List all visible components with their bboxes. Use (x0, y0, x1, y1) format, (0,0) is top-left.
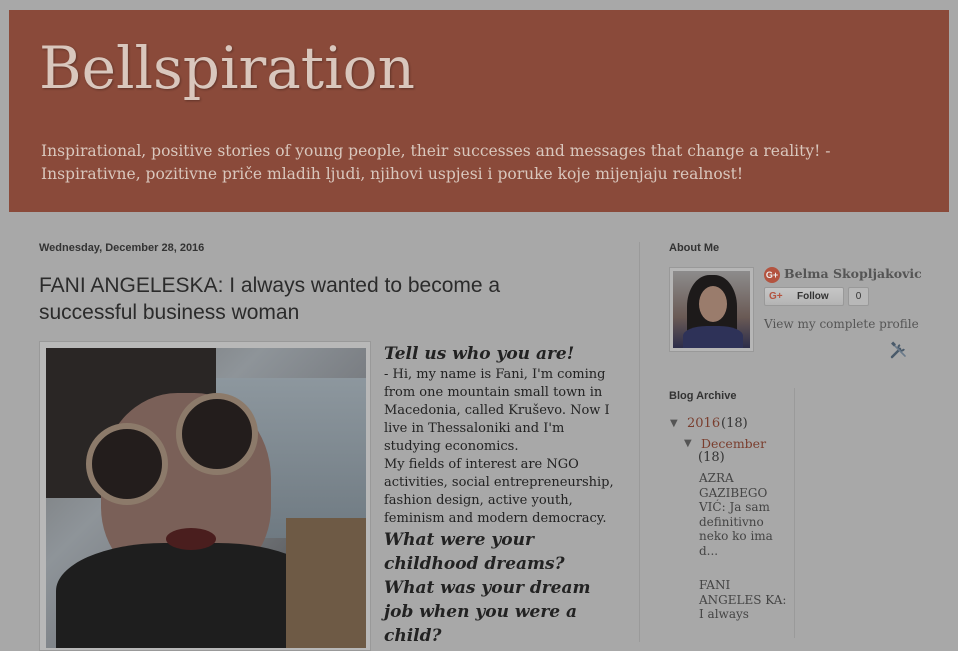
archive-month-link[interactable]: December (701, 436, 766, 451)
google-plus-icon: G+ (769, 291, 783, 302)
post-answer-1b: My fields of interest are NGO activities… (384, 457, 614, 526)
blog-header: Bellspiration Inspirational, positive st… (9, 10, 949, 212)
about-me-heading: About Me (669, 242, 720, 254)
follow-button[interactable]: G+ Follow (764, 287, 844, 306)
column-divider (639, 242, 640, 642)
toggle-expanded-icon[interactable]: ▼ (670, 418, 678, 429)
archive-year-count: (18) (721, 416, 748, 431)
profile-name[interactable]: Belma Skopljakovic (784, 266, 922, 281)
blog-description: Inspirational, positive stories of young… (41, 142, 831, 183)
post-photo-frame (39, 341, 371, 651)
archive-post-link[interactable]: FANI ANGELES KA: I always (699, 578, 789, 622)
archive-post-link[interactable]: AZRA GAZIBEGO VIĆ: Ja sam definitivno ne… (699, 471, 789, 558)
post-answer-1: - Hi, my name is Fani, I'm coming from o… (384, 367, 610, 454)
post-question-1: Tell us who you are! (384, 344, 575, 364)
archive-year-link[interactable]: 2016 (687, 416, 720, 431)
blog-archive-heading: Blog Archive (669, 390, 737, 402)
avatar[interactable] (673, 271, 750, 348)
post-date: Wednesday, December 28, 2016 (39, 242, 205, 254)
archive-month-count: (18) (698, 450, 725, 465)
follow-label: Follow (797, 291, 829, 302)
google-plus-icon: G+ (764, 267, 780, 283)
post-question-2: What were your childhood dreams? What wa… (384, 530, 591, 646)
post-title[interactable]: FANI ANGELESKA: I always wanted to becom… (39, 272, 599, 326)
blog-title[interactable]: Bellspiration (39, 34, 415, 102)
post-body: Tell us who you are! - Hi, my name is Fa… (384, 342, 619, 648)
post-photo[interactable] (46, 348, 366, 648)
tools-icon[interactable] (889, 340, 909, 360)
toggle-expanded-icon[interactable]: ▼ (684, 438, 692, 449)
profile-avatar-frame[interactable] (669, 267, 754, 352)
view-profile-link[interactable]: View my complete profile (764, 317, 919, 331)
archive-divider (794, 388, 795, 638)
follow-count: 0 (848, 287, 869, 306)
